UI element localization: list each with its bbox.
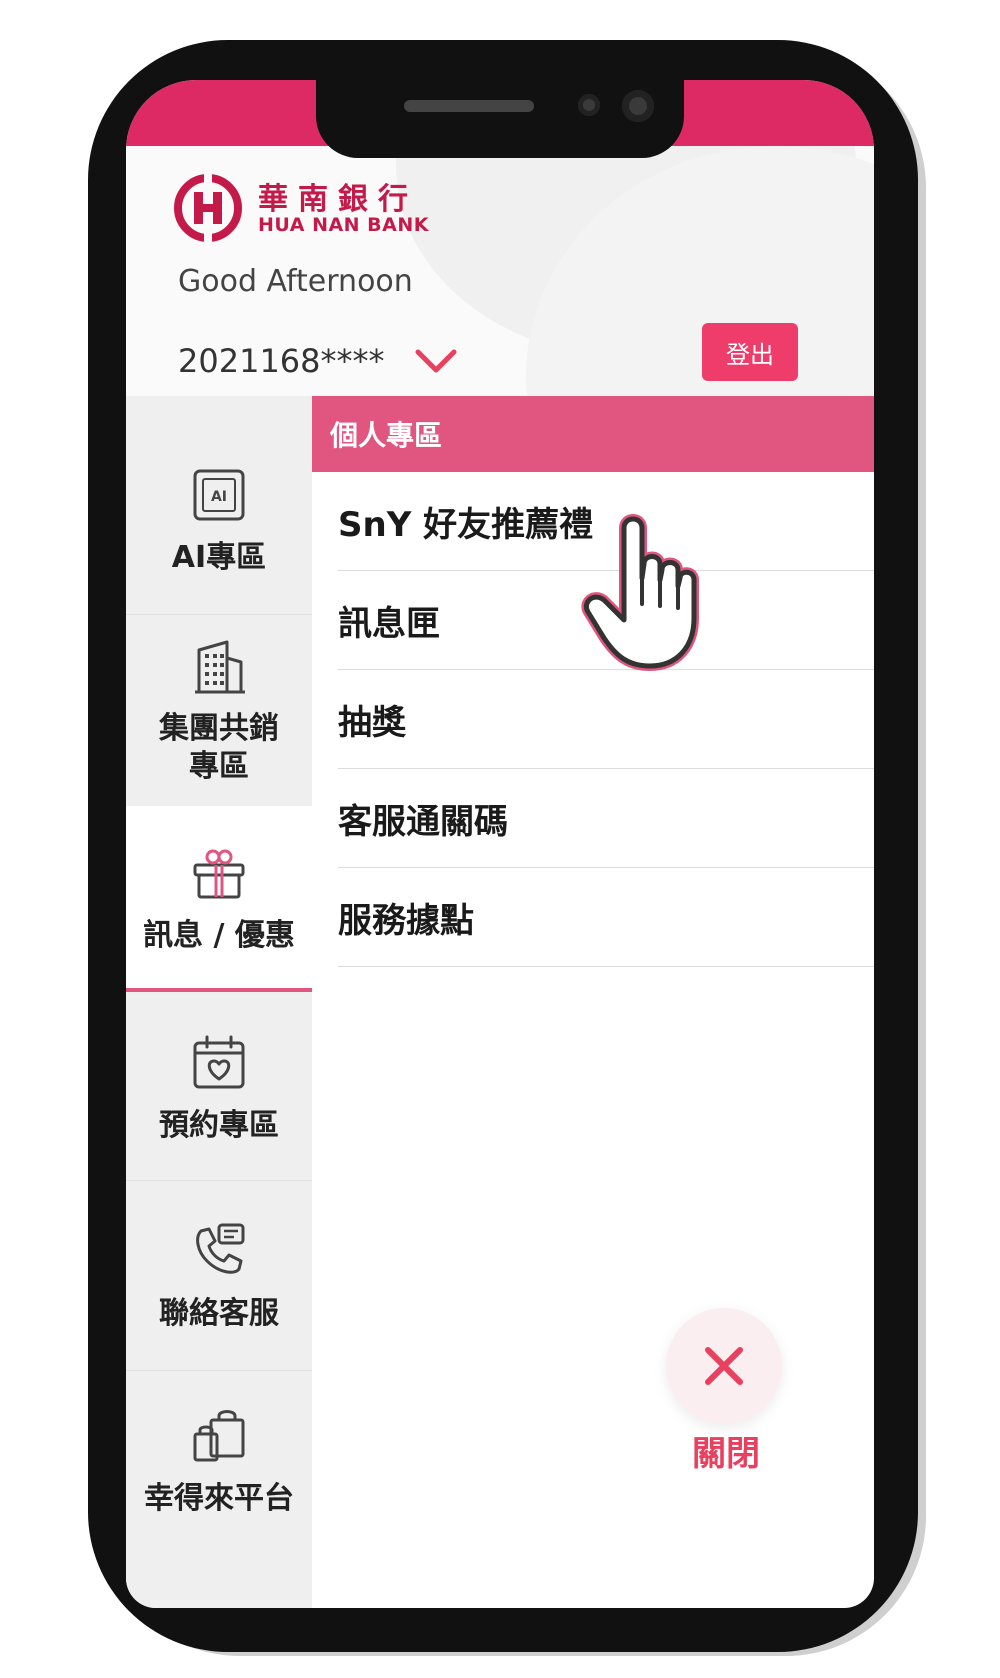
divider xyxy=(126,1180,312,1181)
ai-icon: AI xyxy=(193,469,245,521)
svg-text:AI: AI xyxy=(211,489,227,505)
hua-nan-logo-icon xyxy=(174,174,242,242)
camera-icon xyxy=(622,90,654,122)
sidebar-item-label: 聯絡客服 xyxy=(159,1296,279,1331)
gift-icon xyxy=(193,849,245,899)
divider xyxy=(126,614,312,615)
close-icon xyxy=(705,1347,743,1385)
sidebar-item-label: 幸得來平台 xyxy=(144,1481,294,1516)
menu-item-service-locations[interactable]: 服務據點 xyxy=(338,868,874,967)
chevron-down-icon[interactable] xyxy=(414,346,458,376)
close-label: 關閉 xyxy=(692,1434,760,1474)
sidebar-item-contact-service[interactable]: 聯絡客服 xyxy=(126,1182,312,1372)
building-icon xyxy=(195,640,245,694)
sidebar-item-group-sales[interactable]: 集團共銷 專區 xyxy=(126,616,312,806)
speaker-grille xyxy=(404,100,534,112)
sidebar-item-label: 預約專區 xyxy=(159,1108,279,1143)
sidebar-item-label: 訊息 / 優惠 xyxy=(143,918,295,953)
pointing-hand-icon xyxy=(581,514,699,671)
bank-name-en: HUA NAN BANK xyxy=(258,214,429,236)
menu-item-service-code[interactable]: 客服通關碼 xyxy=(338,769,874,868)
app-header: 華南銀行 HUA NAN BANK Good Afternoon 2021168… xyxy=(126,146,874,426)
phone-chat-icon xyxy=(196,1223,245,1274)
close-button[interactable] xyxy=(666,1308,782,1424)
shopping-bags-icon xyxy=(193,1410,245,1462)
phone-screen: 華南銀行 HUA NAN BANK Good Afternoon 2021168… xyxy=(126,80,874,1608)
sidebar-item-label: 集團共銷 專區 xyxy=(159,711,279,784)
sidebar-item-label: AI專區 xyxy=(171,540,267,575)
greeting-text: Good Afternoon xyxy=(178,264,413,299)
active-indicator xyxy=(126,988,312,992)
sidebar-item-platform[interactable]: 幸得來平台 xyxy=(126,1406,312,1606)
logout-button[interactable]: 登出 xyxy=(702,323,798,381)
sidebar-item-ai[interactable]: AI AI專區 xyxy=(126,426,312,616)
bank-name-cn: 華南銀行 xyxy=(258,182,418,217)
phone-notch xyxy=(316,80,684,158)
menu-item-lottery[interactable]: 抽獎 xyxy=(338,670,874,769)
account-number[interactable]: 2021168**** xyxy=(178,342,385,380)
divider xyxy=(126,1370,312,1371)
calendar-heart-icon xyxy=(193,1035,245,1089)
sidebar: AI AI專區 集團共銷 專區 訊息 / 優惠 預約專區 聯絡客服 幸得來平台 xyxy=(126,396,312,1608)
panel-title: 個人專區 xyxy=(312,396,874,472)
sensor-dot xyxy=(578,94,600,116)
sidebar-item-messages-offers[interactable]: 訊息 / 優惠 xyxy=(126,806,312,992)
sidebar-item-reservation[interactable]: 預約專區 xyxy=(126,996,312,1182)
